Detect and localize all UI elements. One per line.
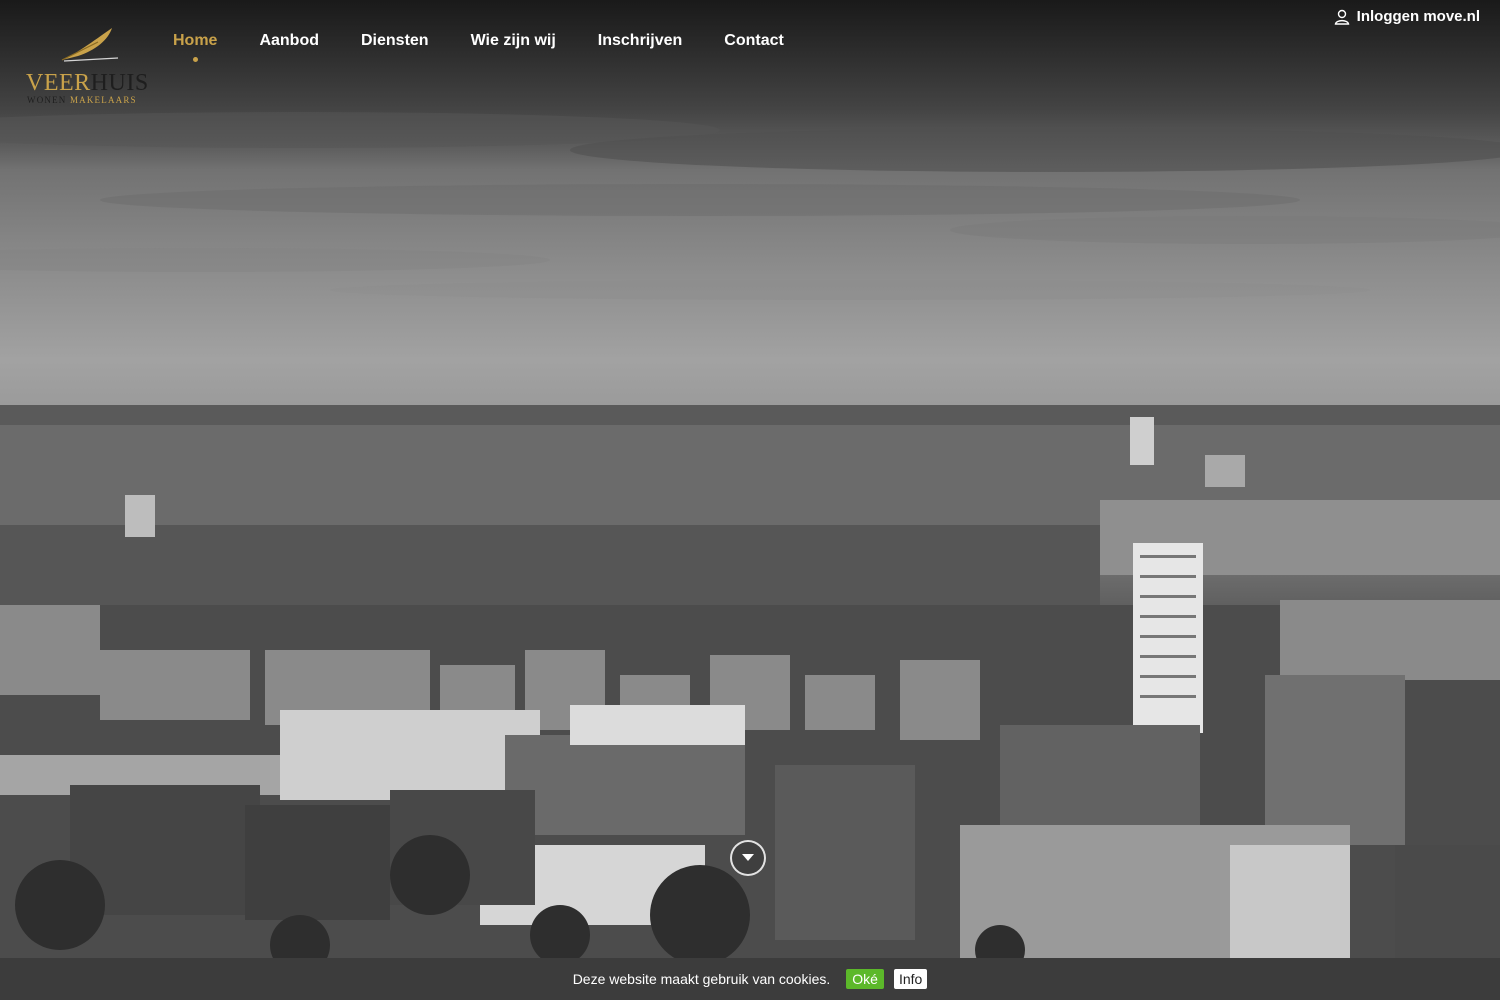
clouds-layer [0,112,1500,300]
nav-item-label: Contact [724,32,784,49]
nav-item-label: Home [173,32,218,49]
user-icon [1334,9,1349,25]
cookie-bar: Deze website maakt gebruik van cookies. … [0,958,1500,1000]
login-link[interactable]: Inloggen move.nl [1334,8,1480,25]
nav-item-home[interactable]: Home [173,32,218,62]
feather-icon [61,28,119,62]
nav-item-diensten[interactable]: Diensten [361,32,429,50]
brand-name: VEERHUIS [26,70,149,97]
cookie-message: Deze website maakt gebruik van cookies. [572,971,831,987]
nav-item-inschrijven[interactable]: Inschrijven [598,32,682,50]
login-label: Inloggen move.nl [1356,8,1480,25]
hero-background [0,0,1500,958]
scroll-down-button[interactable] [730,840,766,876]
nav-item-label: Diensten [361,32,429,49]
brand-logo[interactable]: VEERHUIS WONEN MAKELAARS [26,26,156,108]
brand-tagline-part2: MAKELAARS [69,95,137,105]
nav-item-wie-zijn-wij[interactable]: Wie zijn wij [471,32,556,50]
brand-name-part1: VEER [26,70,91,96]
brand-name-part2: HUIS [90,70,149,96]
brand-tagline-part1: WONEN [27,95,67,105]
nav-item-label: Aanbod [259,32,319,49]
chevron-down-icon [742,854,754,861]
nav-item-label: Inschrijven [597,32,683,49]
nav-item-label: Wie zijn wij [470,32,556,49]
brand-tagline: WONEN MAKELAARS [27,95,137,105]
cookie-ok-button[interactable]: Oké [846,969,884,989]
main-navigation: Home Aanbod Diensten Wie zijn wij Inschr… [173,32,826,62]
nav-item-aanbod[interactable]: Aanbod [259,32,319,50]
cookie-info-button[interactable]: Info [893,969,928,989]
nav-item-contact[interactable]: Contact [724,32,784,50]
